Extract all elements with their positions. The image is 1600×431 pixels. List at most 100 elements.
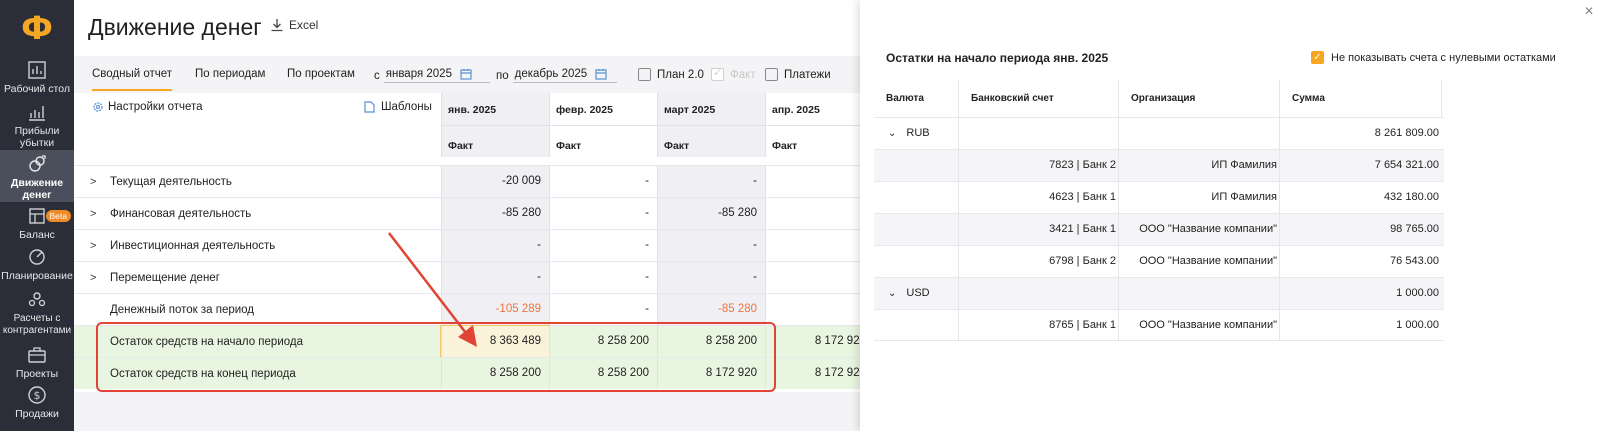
table-cell[interactable]: -	[765, 198, 874, 229]
table-cell[interactable]: -	[657, 166, 765, 197]
logo-glyph: Ф	[21, 8, 53, 47]
sidebar-item-dashboard[interactable]: Рабочий стол	[0, 60, 74, 98]
sidebar-item-planning[interactable]: Планирование	[0, 247, 74, 282]
column-header: янв. 2025 Факт	[441, 93, 549, 157]
fact-label: Факт	[730, 68, 756, 81]
currency-label: USD	[906, 287, 930, 299]
date-to-field[interactable]: декабрь 2025	[512, 68, 617, 83]
chevron-down-icon[interactable]: ⌄	[888, 118, 896, 149]
table-cell[interactable]: -	[657, 230, 765, 261]
sidebar-item-profit[interactable]: Прибыли убытки	[0, 102, 74, 149]
table-cell[interactable]: -	[765, 166, 874, 197]
month-label: февр. 2025	[556, 104, 613, 116]
calendar-icon	[460, 69, 472, 80]
table-cell[interactable]: -85 280	[657, 198, 765, 229]
tab-projects[interactable]: По проектам	[287, 68, 355, 80]
table-cell[interactable]: -	[549, 262, 657, 293]
fact-label: Факт	[556, 140, 582, 152]
panel-title: Остатки на начало периода янв. 2025	[886, 51, 1109, 65]
table-cell[interactable]: -	[765, 294, 874, 325]
fact-checkbox[interactable]: Факт	[711, 66, 756, 81]
table-footer-area	[74, 392, 874, 431]
fact-label: Факт	[448, 140, 474, 152]
checkbox-box	[638, 68, 651, 81]
hide-zero-checkbox[interactable]: ✓ Не показывать счета с нулевыми остатка…	[1311, 51, 1556, 64]
sum-cell: 7 654 321.00	[1279, 150, 1441, 181]
currency-group-row[interactable]: ⌄ RUB 8 261 809.00	[874, 117, 1444, 149]
chevron-right-icon[interactable]: >	[90, 272, 96, 284]
checkbox-box	[711, 66, 724, 81]
sidebar-item-label: Движение денег	[10, 177, 64, 201]
report-settings-button[interactable]: Настройки отчета	[92, 101, 203, 113]
date-from-value: января 2025	[385, 68, 452, 80]
excel-export-button[interactable]: Excel	[270, 18, 318, 32]
period-to-label: по	[496, 69, 509, 82]
sidebar-item-balance[interactable]: Beta Баланс	[0, 206, 74, 241]
sum-cell: 98 765.00	[1279, 214, 1441, 245]
account-row[interactable]: 4623 | Банк 1 ИП Фамилия 432 180.00	[874, 181, 1444, 213]
account-row[interactable]: 7823 | Банк 2 ИП Фамилия 7 654 321.00	[874, 149, 1444, 181]
month-label: янв. 2025	[448, 104, 497, 116]
column-header: Валюта	[886, 93, 924, 104]
table-cell[interactable]: -20 009	[441, 166, 549, 197]
column-header: Банковский счет	[958, 80, 1118, 117]
table-cell[interactable]: -	[549, 198, 657, 229]
chevron-right-icon[interactable]: >	[90, 208, 96, 220]
table-cell[interactable]: 8 172 920	[765, 358, 874, 389]
sidebar-item-cashflow[interactable]: Движение денег	[0, 150, 74, 202]
payments-label: Платежи	[784, 68, 831, 81]
table-cell[interactable]: -	[549, 294, 657, 325]
currency-group-row[interactable]: ⌄ USD 1 000.00	[874, 277, 1444, 309]
table-cell[interactable]: -	[549, 166, 657, 197]
money-flow-icon	[27, 154, 47, 174]
table-cell	[958, 118, 1118, 149]
fact-label: Факт	[772, 140, 798, 152]
org-cell: ИП Фамилия	[1118, 182, 1279, 213]
account-row[interactable]: 3421 | Банк 1 ООО "Название компании" 98…	[874, 213, 1444, 245]
templates-button[interactable]: Шаблоны	[364, 101, 432, 113]
sidebar-item-label: Рабочий стол	[4, 83, 70, 95]
currency-label: RUB	[906, 127, 930, 139]
table-cell[interactable]: -	[657, 262, 765, 293]
column-header: апр. 2025 Факт	[765, 93, 874, 157]
sidebar-item-sales[interactable]: $ Продажи	[0, 385, 74, 420]
org-cell: ИП Фамилия	[1118, 150, 1279, 181]
table-cell[interactable]: -85 280	[657, 294, 765, 325]
org-cell: ООО "Название компании"	[1118, 214, 1279, 245]
table-cell[interactable]: -	[765, 262, 874, 293]
chevron-right-icon[interactable]: >	[90, 176, 96, 188]
fact-label: Факт	[664, 140, 690, 152]
table-cell	[1118, 118, 1279, 149]
table-cell	[958, 278, 1118, 309]
table-row[interactable]: > Текущая деятельность -20 009 - - -	[74, 165, 874, 197]
main-content: Движение денег Excel Сводный отчет По пе…	[74, 0, 874, 431]
table-cell[interactable]: -	[765, 230, 874, 261]
date-from-field[interactable]: января 2025	[383, 68, 490, 83]
month-label: март 2025	[664, 104, 716, 116]
close-icon[interactable]: ✕	[1584, 4, 1594, 18]
balances-panel: ✕ Остатки на начало периода янв. 2025 ✓ …	[860, 0, 1600, 431]
date-to-value: декабрь 2025	[514, 68, 588, 80]
account-cell: 3421 | Банк 1	[958, 214, 1118, 245]
gear-icon	[93, 102, 103, 112]
account-row[interactable]: 8765 | Банк 1 ООО "Название компании" 1 …	[874, 309, 1444, 341]
account-cell: 8765 | Банк 1	[958, 310, 1118, 341]
account-cell: 4623 | Банк 1	[958, 182, 1118, 213]
table-cell[interactable]: 8 172 920	[765, 326, 874, 357]
payments-checkbox[interactable]: Платежи	[765, 68, 831, 81]
account-row[interactable]: 6798 | Банк 2 ООО "Название компании" 76…	[874, 245, 1444, 277]
sidebar-item-contractors[interactable]: Расчеты с контрагентами	[0, 290, 74, 336]
tab-periods[interactable]: По периодам	[195, 68, 265, 80]
org-cell: ООО "Название компании"	[1118, 246, 1279, 277]
chevron-right-icon[interactable]: >	[90, 240, 96, 252]
dashboard-icon	[27, 60, 47, 80]
plan-checkbox[interactable]: План 2.0	[638, 68, 704, 81]
download-icon	[271, 19, 283, 32]
chevron-down-icon[interactable]: ⌄	[888, 278, 896, 309]
sidebar-item-projects[interactable]: Проекты	[0, 345, 74, 380]
table-cell[interactable]: -	[549, 230, 657, 261]
account-cell: 7823 | Банк 2	[958, 150, 1118, 181]
account-cell: 6798 | Банк 2	[958, 246, 1118, 277]
app-logo[interactable]: Ф	[0, 0, 74, 55]
tab-summary[interactable]: Сводный отчет	[92, 68, 173, 91]
